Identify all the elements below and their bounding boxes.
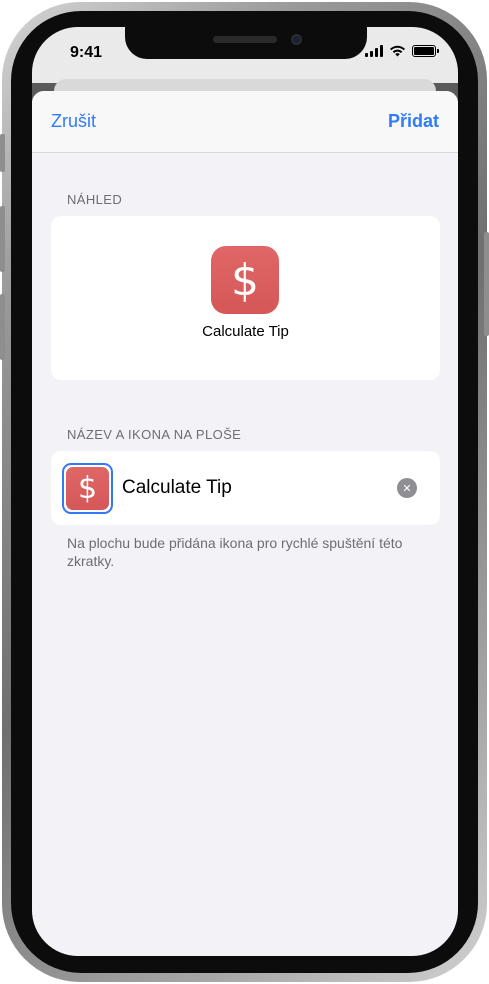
- navigation-bar: Zrušit Přidat: [32, 91, 458, 153]
- dollar-icon: $: [66, 467, 109, 510]
- battery-fill: [414, 47, 434, 55]
- status-icons: [365, 45, 439, 57]
- cancel-button[interactable]: Zrušit: [51, 111, 96, 132]
- status-bar: 9:41: [32, 27, 458, 83]
- preview-section-header: NÁHLED: [67, 192, 123, 207]
- battery-icon: [412, 45, 439, 57]
- silent-switch: [0, 134, 5, 172]
- add-button[interactable]: Přidat: [388, 111, 439, 132]
- wifi-icon: [390, 45, 405, 57]
- clear-text-icon[interactable]: ✕: [397, 478, 417, 498]
- volume-up-button: [0, 206, 5, 272]
- icon-picker-button[interactable]: $: [62, 463, 113, 514]
- dollar-icon: $: [211, 246, 279, 314]
- name-section-header: NÁZEV A IKONA NA PLOŠE: [67, 427, 242, 442]
- add-to-home-sheet: Zrušit Přidat NÁHLED $ Calculate Tip NÁZ…: [32, 91, 458, 956]
- screen: 9:41 Zrušit Přidat NÁHLED $ Calculate Ti…: [32, 27, 458, 956]
- shortcut-name-input[interactable]: [122, 473, 382, 503]
- status-time: 9:41: [70, 44, 103, 61]
- front-camera: [291, 34, 302, 45]
- notch: [125, 27, 367, 59]
- speaker-grille: [213, 36, 277, 43]
- power-button: [484, 232, 489, 336]
- name-and-icon-row: $ ✕: [51, 451, 440, 525]
- preview-label: Calculate Tip: [202, 323, 289, 340]
- preview-card: $ Calculate Tip: [51, 216, 440, 380]
- footer-hint: Na plochu bude přidána ikona pro rychlé …: [67, 535, 403, 569]
- volume-down-button: [0, 294, 5, 360]
- signal-icon: [365, 45, 383, 57]
